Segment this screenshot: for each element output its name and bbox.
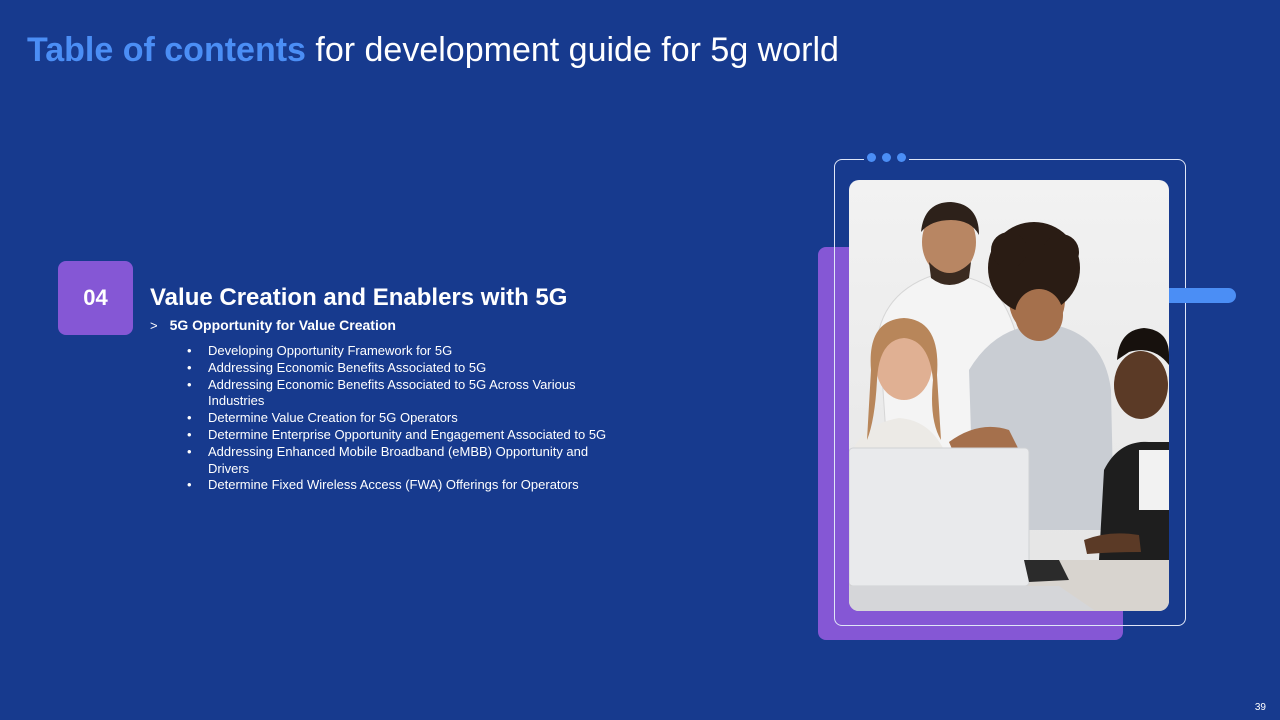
slide-title-accent: Table of contents: [27, 31, 306, 69]
bullet-icon: •: [187, 359, 192, 375]
list-item-text: Determine Fixed Wireless Access (FWA) Of…: [208, 477, 579, 493]
decorative-blue-bar: [1160, 288, 1236, 303]
list-item: • Addressing Enhanced Mobile Broadband (e…: [187, 444, 607, 478]
list-item: • Determine Value Creation for 5G Operato…: [187, 410, 607, 427]
bullet-icon: •: [187, 410, 192, 426]
list-item-text: Addressing Economic Benefits Associated …: [208, 359, 487, 375]
section-number-badge: 04: [58, 261, 133, 335]
slide-title-rest: for development guide for 5g world: [305, 31, 839, 69]
list-item-text: Addressing Economic Benefits Associated …: [208, 376, 576, 409]
list-item-text: Determine Enterprise Opportunity and Eng…: [208, 426, 607, 442]
list-item-text: Addressing Enhanced Mobile Broadband (eM…: [208, 443, 589, 476]
topic-list: • Developing Opportunity Framework for 5G…: [187, 343, 607, 494]
team-photo: [849, 180, 1169, 611]
team-photo-icon: [849, 180, 1169, 611]
page-number: 39: [1254, 702, 1266, 713]
list-item-text: Determine Value Creation for 5G Operator…: [208, 410, 458, 426]
slide-title: Table of contents for development guide …: [27, 28, 839, 72]
subheading: 5G Opportunity for Value Creation: [169, 317, 396, 333]
bullet-icon: •: [187, 426, 192, 442]
list-item: • Developing Opportunity Framework for 5G: [187, 343, 607, 360]
list-item-text: Developing Opportunity Framework for 5G: [208, 343, 453, 358]
bullet-icon: •: [187, 343, 192, 358]
list-item: • Determine Enterprise Opportunity and En…: [187, 427, 607, 444]
subheading-row: >5G Opportunity for Value Creation: [150, 316, 396, 335]
list-item: • Determine Fixed Wireless Access (FWA) O…: [187, 477, 607, 494]
bullet-icon: •: [187, 477, 192, 493]
chevron-right-icon: >: [150, 318, 158, 333]
section-title: Value Creation and Enablers with 5G: [150, 284, 568, 311]
bullet-icon: •: [187, 376, 192, 392]
bullet-icon: •: [187, 443, 192, 459]
list-item: • Addressing Economic Benefits Associated…: [187, 360, 607, 377]
list-item: • Addressing Economic Benefits Associated…: [187, 377, 607, 411]
three-dots-icon: [864, 153, 909, 163]
